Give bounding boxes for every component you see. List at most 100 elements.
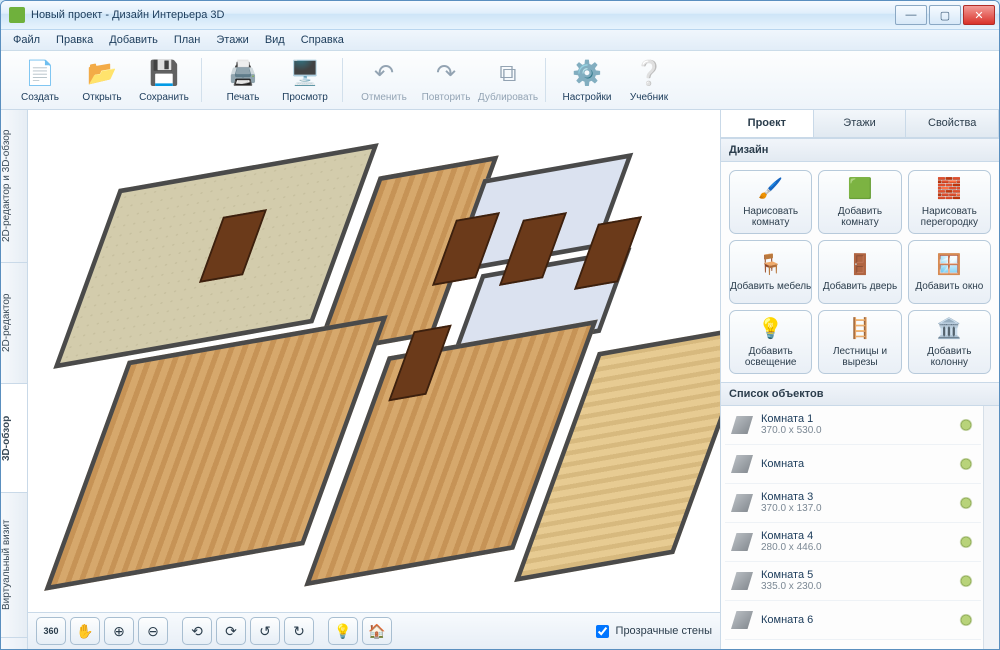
window-icon: 🪟 bbox=[936, 252, 962, 278]
print-button[interactable]: 🖨️Печать bbox=[214, 58, 272, 103]
orbit-360-button[interactable]: 360 bbox=[36, 617, 66, 645]
undo-icon: ↶ bbox=[368, 58, 400, 90]
add-furniture-button[interactable]: 🪑Добавить мебель bbox=[729, 240, 812, 304]
viewport: 360 ✋ ⊕ ⊖ ⟲ ⟳ ↺ ↻ 💡 🏠 Прозрачные стены bbox=[28, 110, 720, 649]
app-window: Новый проект - Дизайн Интерьера 3D — ▢ ✕… bbox=[0, 0, 1000, 650]
tutorial-button[interactable]: ❔Учебник bbox=[620, 58, 678, 103]
menu-add[interactable]: Добавить bbox=[101, 32, 166, 48]
cube-icon bbox=[731, 611, 753, 629]
rotate-left-button[interactable]: ⟲ bbox=[182, 617, 212, 645]
visibility-eye-icon[interactable] bbox=[957, 575, 975, 587]
add-column-button[interactable]: 🏛️Добавить колонну bbox=[908, 310, 991, 374]
menu-bar: Файл Правка Добавить План Этажи Вид Спра… bbox=[1, 30, 999, 51]
menu-floors[interactable]: Этажи bbox=[208, 32, 256, 48]
visibility-eye-icon[interactable] bbox=[957, 536, 975, 548]
cube-icon bbox=[731, 572, 753, 590]
add-light-button[interactable]: 💡Добавить освещение bbox=[729, 310, 812, 374]
wall-icon: 🧱 bbox=[936, 177, 962, 203]
window-title: Новый проект - Дизайн Интерьера 3D bbox=[31, 9, 893, 21]
lightbulb-icon: 💡 bbox=[758, 317, 784, 343]
transparent-walls-checkbox[interactable]: Прозрачные стены bbox=[592, 622, 712, 641]
menu-view[interactable]: Вид bbox=[257, 32, 293, 48]
stairs-button[interactable]: 🪜Лестницы и вырезы bbox=[818, 310, 901, 374]
object-name: Комната 5 bbox=[761, 569, 822, 581]
object-name: Комната 1 bbox=[761, 413, 822, 425]
tab-properties[interactable]: Свойства bbox=[906, 110, 999, 137]
tab-3d-view[interactable]: 3D-обзор bbox=[1, 384, 27, 493]
object-list-scrollbar[interactable] bbox=[983, 406, 999, 649]
gear-icon: ⚙️ bbox=[571, 58, 603, 90]
tab-2d-editor[interactable]: 2D-редактор bbox=[1, 263, 27, 384]
separator bbox=[201, 58, 206, 102]
object-name: Комната 4 bbox=[761, 530, 822, 542]
add-window-button[interactable]: 🪟Добавить окно bbox=[908, 240, 991, 304]
object-list-item[interactable]: Комната 6 bbox=[725, 601, 981, 640]
tab-project[interactable]: Проект bbox=[721, 110, 814, 137]
page-icon: 📄 bbox=[24, 58, 56, 90]
object-list-item[interactable]: Комната 3370.0 x 137.0 bbox=[725, 484, 981, 523]
visibility-eye-icon[interactable] bbox=[957, 497, 975, 509]
visibility-eye-icon[interactable] bbox=[957, 419, 975, 431]
design-section-header: Дизайн bbox=[721, 138, 999, 162]
zoom-out-button[interactable]: ⊖ bbox=[138, 617, 168, 645]
objects-section-header: Список объектов bbox=[721, 382, 999, 406]
content-area: 2D-редактор и 3D-обзор 2D-редактор 3D-об… bbox=[1, 110, 999, 649]
redo-button[interactable]: ↷Повторить bbox=[417, 58, 475, 103]
cycle-view-button[interactable]: ↻ bbox=[284, 617, 314, 645]
object-dimensions: 280.0 x 446.0 bbox=[761, 542, 822, 554]
design-tools-grid: 🖌️Нарисовать комнату 🟩Добавить комнату 🧱… bbox=[721, 162, 999, 382]
maximize-button[interactable]: ▢ bbox=[929, 5, 961, 25]
rotate-right-button[interactable]: ⟳ bbox=[216, 617, 246, 645]
settings-button[interactable]: ⚙️Настройки bbox=[558, 58, 616, 103]
visibility-eye-icon[interactable] bbox=[957, 458, 975, 470]
open-button[interactable]: 📂Открыть bbox=[73, 58, 131, 103]
transparent-walls-input[interactable] bbox=[596, 625, 609, 638]
draw-room-button[interactable]: 🖌️Нарисовать комнату bbox=[729, 170, 812, 234]
home-view-button[interactable]: 🏠 bbox=[362, 617, 392, 645]
separator bbox=[545, 58, 550, 102]
pencil-icon: 🖌️ bbox=[758, 177, 784, 203]
zoom-in-button[interactable]: ⊕ bbox=[104, 617, 134, 645]
preview-button[interactable]: 🖥️Просмотр bbox=[276, 58, 334, 103]
right-panel: Проект Этажи Свойства Дизайн 🖌️Нарисоват… bbox=[720, 110, 999, 649]
object-name: Комната 6 bbox=[761, 614, 813, 626]
menu-plan[interactable]: План bbox=[166, 32, 209, 48]
add-room-button[interactable]: 🟩Добавить комнату bbox=[818, 170, 901, 234]
3d-view-canvas[interactable] bbox=[28, 110, 720, 612]
floppy-icon: 💾 bbox=[148, 58, 180, 90]
close-button[interactable]: ✕ bbox=[963, 5, 995, 25]
reset-view-button[interactable]: ↺ bbox=[250, 617, 280, 645]
menu-help[interactable]: Справка bbox=[293, 32, 352, 48]
object-list-item[interactable]: Комната bbox=[725, 445, 981, 484]
save-button[interactable]: 💾Сохранить bbox=[135, 58, 193, 103]
object-list-item[interactable]: Комната 5335.0 x 230.0 bbox=[725, 562, 981, 601]
copy-icon: ⧉ bbox=[492, 58, 524, 90]
printer-icon: 🖨️ bbox=[227, 58, 259, 90]
main-toolbar: 📄Создать 📂Открыть 💾Сохранить 🖨️Печать 🖥️… bbox=[1, 51, 999, 110]
visibility-eye-icon[interactable] bbox=[957, 614, 975, 626]
duplicate-button[interactable]: ⧉Дублировать bbox=[479, 58, 537, 103]
menu-edit[interactable]: Правка bbox=[48, 32, 101, 48]
objects-wrap: Комната 1370.0 x 530.0 Комната Комната 337… bbox=[721, 406, 999, 649]
object-list-item[interactable]: Комната 4280.0 x 446.0 bbox=[725, 523, 981, 562]
viewport-toolbar: 360 ✋ ⊕ ⊖ ⟲ ⟳ ↺ ↻ 💡 🏠 Прозрачные стены bbox=[28, 612, 720, 649]
cube-icon bbox=[731, 455, 753, 473]
draw-partition-button[interactable]: 🧱Нарисовать перегородку bbox=[908, 170, 991, 234]
title-bar[interactable]: Новый проект - Дизайн Интерьера 3D — ▢ ✕ bbox=[1, 1, 999, 30]
undo-button[interactable]: ↶Отменить bbox=[355, 58, 413, 103]
menu-file[interactable]: Файл bbox=[5, 32, 48, 48]
tab-2d-3d-combined[interactable]: 2D-редактор и 3D-обзор bbox=[1, 110, 27, 263]
create-button[interactable]: 📄Создать bbox=[11, 58, 69, 103]
object-dimensions: 335.0 x 230.0 bbox=[761, 581, 822, 593]
cube-icon bbox=[731, 533, 753, 551]
object-name: Комната bbox=[761, 458, 804, 470]
add-door-button[interactable]: 🚪Добавить дверь bbox=[818, 240, 901, 304]
pan-button[interactable]: ✋ bbox=[70, 617, 100, 645]
object-list[interactable]: Комната 1370.0 x 530.0 Комната Комната 337… bbox=[721, 406, 983, 649]
object-list-item[interactable]: Комната 1370.0 x 530.0 bbox=[725, 406, 981, 445]
light-toggle-button[interactable]: 💡 bbox=[328, 617, 358, 645]
minimize-button[interactable]: — bbox=[895, 5, 927, 25]
tab-floors[interactable]: Этажи bbox=[814, 110, 907, 137]
left-tab-strip: 2D-редактор и 3D-обзор 2D-редактор 3D-об… bbox=[1, 110, 28, 649]
tab-virtual-visit[interactable]: Виртуальный визит bbox=[1, 493, 27, 638]
